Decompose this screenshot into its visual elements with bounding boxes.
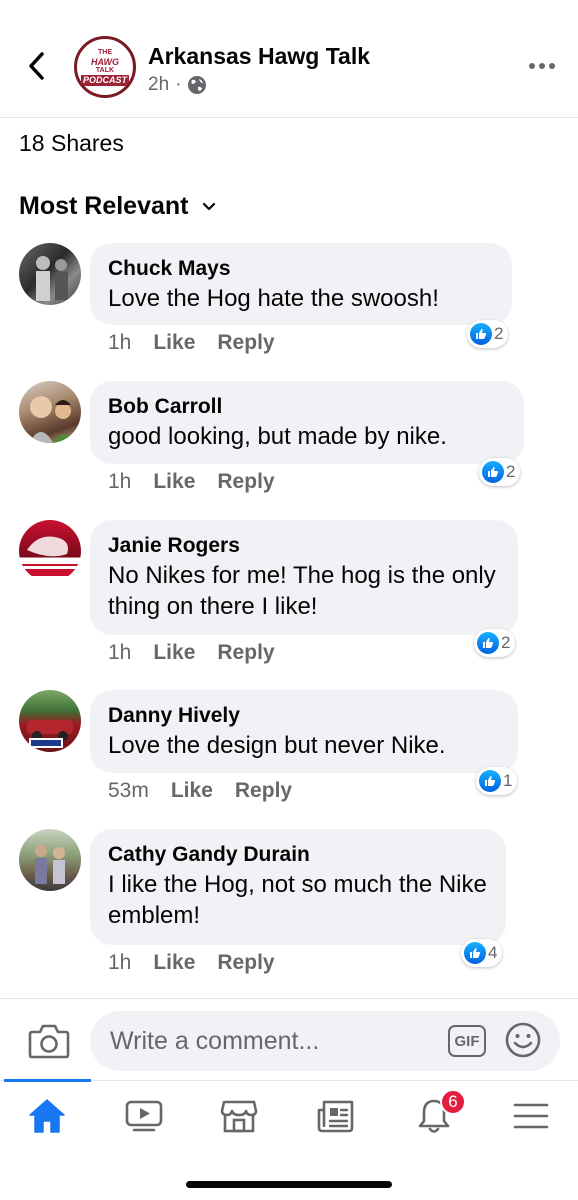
comment-author[interactable]: Janie Rogers [108, 532, 500, 560]
comment-actions: 53m Like Reply [108, 779, 292, 803]
reaction-count: 1 [503, 771, 513, 790]
chevron-left-icon [29, 52, 44, 80]
reply-button[interactable]: Reply [217, 470, 274, 494]
post-time[interactable]: 2h [148, 74, 169, 96]
comment-time[interactable]: 53m [108, 779, 149, 803]
comment-author[interactable]: Danny Hively [108, 702, 500, 730]
active-tab-indicator [4, 1079, 91, 1082]
comment-actions: 1h Like Reply [108, 470, 275, 494]
comment-bubble: Janie Rogers No Nikes for me! The hog is… [90, 520, 518, 635]
logo-text: THE [98, 48, 112, 56]
home-icon [29, 1099, 65, 1133]
shares-count[interactable]: 18 Shares [19, 130, 124, 157]
comment-bubble: Chuck Mays Love the Hog hate the swoosh! [90, 243, 512, 325]
like-reaction-icon [464, 942, 486, 964]
comment-composer: GIF [0, 998, 578, 1080]
like-button[interactable]: Like [171, 779, 213, 803]
sort-label: Most Relevant [19, 192, 189, 220]
reaction-summary[interactable]: 2 [474, 629, 516, 657]
chevron-down-icon [203, 202, 216, 210]
comment-bubble: Bob Carroll good looking, but made by ni… [90, 381, 524, 464]
like-button[interactable]: Like [153, 641, 195, 665]
comment-bubble: Danny Hively Love the design but never N… [90, 690, 518, 773]
post-header: THE HAWG TALK PODCAST Arkansas Hawg Talk… [0, 0, 578, 118]
avatar[interactable] [19, 690, 81, 752]
comment-time[interactable]: 1h [108, 951, 131, 975]
emoji-button[interactable] [504, 1021, 542, 1059]
video-icon [125, 1100, 163, 1132]
comment-text: I like the Hog, not so much the Nike emb… [108, 871, 487, 929]
reaction-count: 2 [501, 633, 511, 652]
like-button[interactable]: Like [153, 470, 195, 494]
logo-text: TALK [95, 66, 115, 74]
comment-author[interactable]: Bob Carroll [108, 393, 506, 421]
reaction-count: 2 [506, 462, 516, 481]
comment-text: No Nikes for me! The hog is the only thi… [108, 562, 496, 620]
comment-sort-dropdown[interactable]: Most Relevant [19, 192, 216, 221]
like-reaction-icon [482, 461, 504, 483]
hamburger-menu-icon [513, 1103, 549, 1129]
reaction-count: 2 [494, 324, 504, 343]
comment-actions: 1h Like Reply [108, 641, 275, 665]
like-reaction-icon [477, 632, 499, 654]
logo-text: HAWG [91, 56, 119, 67]
news-icon [317, 1100, 354, 1133]
comment-text: Love the Hog hate the swoosh! [108, 285, 439, 312]
comment-time[interactable]: 1h [108, 641, 131, 665]
comment-author[interactable]: Chuck Mays [108, 255, 494, 283]
gif-button[interactable]: GIF [448, 1025, 486, 1057]
page-name[interactable]: Arkansas Hawg Talk [148, 43, 370, 70]
comment-input[interactable] [90, 1011, 560, 1071]
reply-button[interactable]: Reply [217, 641, 274, 665]
store-icon [220, 1100, 258, 1133]
avatar[interactable] [19, 243, 81, 305]
comment-text: Love the design but never Nike. [108, 732, 446, 759]
reply-button[interactable]: Reply [235, 779, 292, 803]
comment-bubble: Cathy Gandy Durain I like the Hog, not s… [90, 829, 506, 945]
like-button[interactable]: Like [153, 951, 195, 975]
reaction-summary[interactable]: 1 [476, 767, 518, 795]
notification-badge: 6 [440, 1089, 466, 1115]
more-options-button[interactable] [524, 56, 560, 76]
avatar[interactable] [19, 381, 81, 443]
more-icon [529, 63, 555, 69]
post-meta: 2h · [148, 74, 207, 96]
like-button[interactable]: Like [153, 331, 195, 355]
tab-watch[interactable] [114, 1091, 174, 1141]
reply-button[interactable]: Reply [217, 331, 274, 355]
reply-button[interactable]: Reply [217, 951, 274, 975]
tab-news[interactable] [306, 1091, 366, 1141]
like-reaction-icon [479, 770, 501, 792]
logo-text: PODCAST [80, 74, 129, 86]
comment-actions: 1h Like Reply [108, 331, 275, 355]
reaction-summary[interactable]: 4 [461, 939, 503, 967]
camera-button[interactable] [28, 1021, 70, 1061]
comment-time[interactable]: 1h [108, 331, 131, 355]
avatar[interactable] [19, 520, 81, 582]
avatar[interactable] [19, 829, 81, 891]
tab-menu[interactable] [501, 1091, 561, 1141]
camera-icon [28, 1024, 70, 1059]
like-reaction-icon [470, 323, 492, 345]
comment-actions: 1h Like Reply [108, 951, 275, 975]
back-button[interactable] [20, 48, 52, 84]
smiley-icon [505, 1022, 541, 1058]
home-indicator[interactable] [186, 1181, 392, 1188]
comment-text: good looking, but made by nike. [108, 423, 447, 450]
reaction-summary[interactable]: 2 [467, 320, 509, 348]
globe-icon [188, 76, 207, 94]
reaction-summary[interactable]: 2 [479, 458, 521, 486]
comment-author[interactable]: Cathy Gandy Durain [108, 841, 488, 869]
tab-home[interactable] [17, 1091, 77, 1141]
meta-separator: · [175, 74, 182, 95]
comment-time[interactable]: 1h [108, 470, 131, 494]
tab-marketplace[interactable] [209, 1091, 269, 1141]
page-avatar[interactable]: THE HAWG TALK PODCAST [74, 36, 136, 98]
reaction-count: 4 [488, 943, 498, 962]
